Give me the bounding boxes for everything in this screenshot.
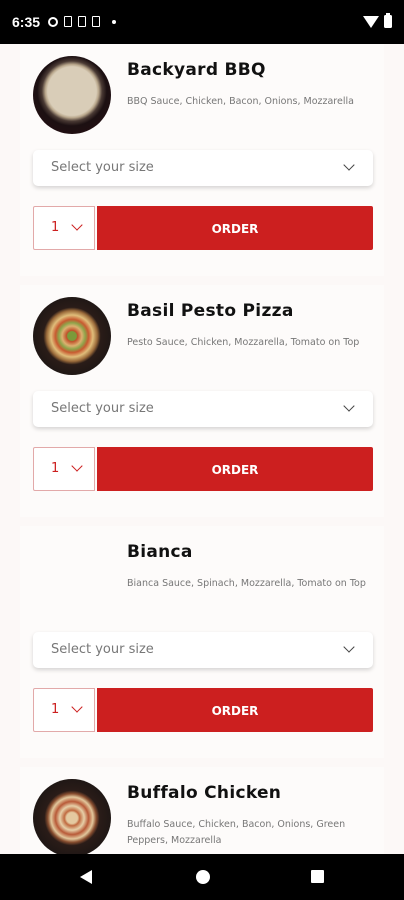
chevron-down-icon: [71, 701, 83, 713]
pizza-description: Buffalo Sauce, Chicken, Bacon, Onions, G…: [127, 819, 346, 846]
quantity-value: 1: [51, 461, 60, 476]
dot-icon: [112, 19, 116, 24]
recents-icon[interactable]: [311, 870, 324, 883]
order-button[interactable]: ORDER: [97, 688, 373, 732]
back-icon[interactable]: [80, 870, 92, 884]
chevron-down-icon: [71, 460, 83, 472]
pizza-description: BBQ Sauce, Chicken, Bacon, Onions, Mozza…: [127, 96, 354, 107]
pizza-image: [33, 538, 111, 616]
menu-item-card: Buffalo Chicken Buffalo Sauce, Chicken, …: [20, 767, 384, 854]
battery-icon: [384, 13, 392, 28]
size-placeholder: Select your size: [51, 642, 154, 657]
chevron-down-icon: [343, 159, 355, 171]
pizza-image: [33, 779, 111, 854]
status-bar: 6:35: [0, 0, 404, 44]
document-icon: [78, 16, 86, 27]
navigation-bar: [0, 854, 404, 900]
chevron-down-icon: [343, 641, 355, 653]
pizza-image: [33, 297, 111, 375]
menu-item-card: Bianca Bianca Sauce, Spinach, Mozzarella…: [20, 526, 384, 758]
wifi-icon: [363, 15, 379, 28]
menu-item-card: Basil Pesto Pizza Pesto Sauce, Chicken, …: [20, 285, 384, 517]
home-icon[interactable]: [196, 870, 210, 884]
size-select[interactable]: Select your size: [33, 391, 373, 427]
sim-icon: [92, 16, 100, 27]
quantity-select[interactable]: 1: [33, 206, 95, 250]
pizza-name: Buffalo Chicken: [127, 783, 282, 803]
order-button[interactable]: ORDER: [97, 206, 373, 250]
menu-list[interactable]: Backyard BBQ BBQ Sauce, Chicken, Bacon, …: [0, 44, 404, 854]
quantity-select[interactable]: 1: [33, 447, 95, 491]
pizza-name: Basil Pesto Pizza: [127, 301, 294, 321]
pizza-description: Pesto Sauce, Chicken, Mozzarella, Tomato…: [127, 337, 360, 348]
quantity-value: 1: [51, 702, 60, 717]
document-icon: [64, 16, 72, 27]
quantity-value: 1: [51, 220, 60, 235]
pizza-name: Backyard BBQ: [127, 60, 266, 80]
size-placeholder: Select your size: [51, 160, 154, 175]
chevron-down-icon: [343, 400, 355, 412]
size-select[interactable]: Select your size: [33, 632, 373, 668]
status-right: [363, 13, 392, 28]
menu-item-card: Backyard BBQ BBQ Sauce, Chicken, Bacon, …: [20, 44, 384, 276]
size-placeholder: Select your size: [51, 401, 154, 416]
pizza-description: Bianca Sauce, Spinach, Mozzarella, Tomat…: [127, 578, 366, 589]
size-select[interactable]: Select your size: [33, 150, 373, 186]
status-time: 6:35: [12, 14, 41, 30]
pizza-name: Bianca: [127, 542, 193, 562]
gear-icon: [48, 16, 58, 27]
order-button[interactable]: ORDER: [97, 447, 373, 491]
pizza-image: [33, 56, 111, 134]
chevron-down-icon: [71, 219, 83, 231]
quantity-select[interactable]: 1: [33, 688, 95, 732]
status-icons: [48, 16, 116, 27]
